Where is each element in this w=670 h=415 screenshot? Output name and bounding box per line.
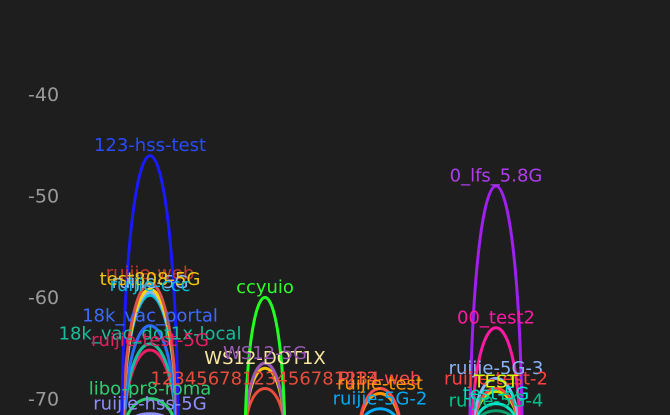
y-tick-label: -60 bbox=[28, 287, 59, 309]
network-label: ruijie-test-5G bbox=[91, 330, 209, 351]
y-tick-label: -70 bbox=[28, 389, 59, 411]
network-label: 0_lfs_5.8G bbox=[450, 165, 543, 186]
chart-background bbox=[0, 0, 670, 415]
wifi-signal-chart: -40-50-60-70 123-hss-testruijie-webruiji… bbox=[0, 0, 670, 415]
network-label: ruijie-ccc bbox=[109, 275, 190, 296]
network-label: 00_test2 bbox=[457, 307, 535, 328]
network-label: ruijie-5G-4 bbox=[449, 391, 544, 412]
network-label: WS12-5G bbox=[223, 343, 307, 364]
network-label: 123-hss-test bbox=[94, 135, 206, 156]
network-label: ccyuio bbox=[236, 277, 294, 298]
network-label: ruijie-hss-5G bbox=[93, 394, 206, 415]
network-label: ruijie-5G-2 bbox=[333, 389, 428, 410]
y-tick-label: -40 bbox=[28, 84, 59, 106]
y-tick-label: -50 bbox=[28, 186, 59, 208]
